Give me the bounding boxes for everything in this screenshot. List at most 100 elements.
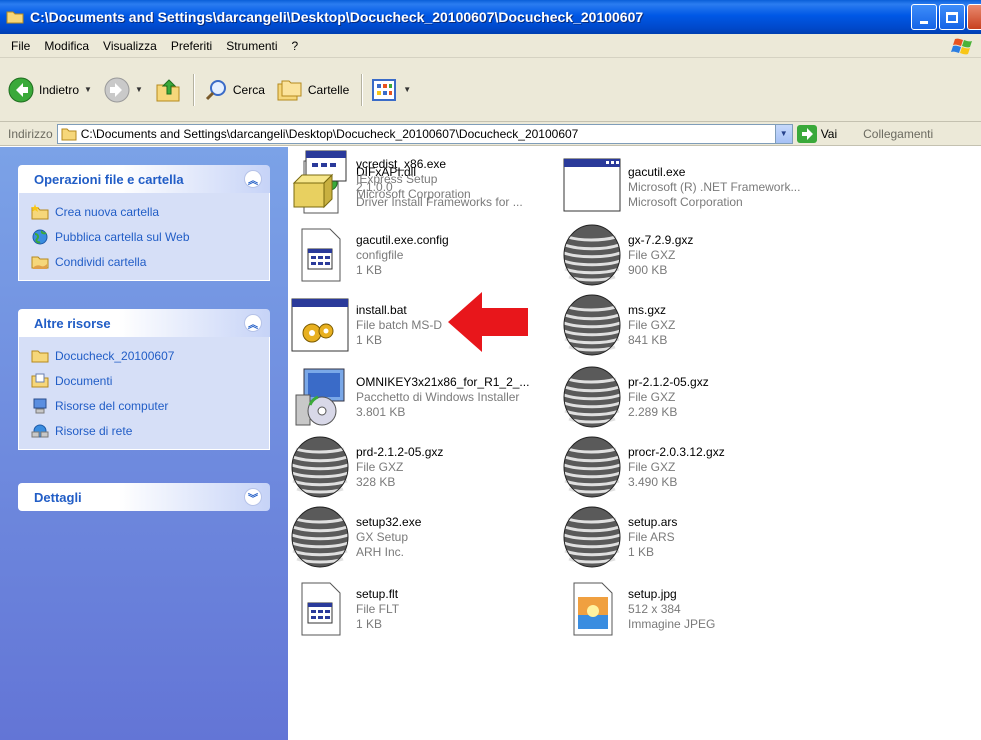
file-type: Microsoft (R) .NET Framework...	[628, 180, 801, 194]
views-button[interactable]: ▼	[372, 70, 411, 110]
file-item[interactable]: gx-7.2.9.gxz File GXZ 900 KB	[562, 223, 832, 293]
forward-button[interactable]: ▼	[104, 70, 143, 110]
file-item[interactable]: procr-2.0.3.12.gxz File GXZ 3.490 KB	[562, 435, 832, 505]
task-share-folder[interactable]: Condividi cartella	[31, 249, 269, 274]
file-type: File batch MS-D	[356, 318, 443, 332]
gxz-icon	[562, 293, 622, 357]
file-type: File GXZ	[628, 248, 676, 262]
network-icon	[31, 424, 49, 437]
links-toolbar[interactable]: Collegamenti	[863, 127, 933, 141]
menu-modifica[interactable]: Modifica	[37, 39, 96, 53]
file-type: File FLT	[356, 602, 400, 616]
config-file-icon	[290, 223, 350, 287]
address-dropdown-button[interactable]: ▼	[774, 124, 792, 143]
file-name: prd-2.1.2-05.gxz	[356, 445, 444, 459]
file-detail: Microsoft Corporation	[356, 187, 471, 201]
globe-icon	[32, 229, 48, 244]
folder-icon	[6, 11, 24, 24]
folder-icon	[61, 128, 77, 140]
maximize-button[interactable]	[939, 4, 965, 30]
file-name: install.bat	[356, 303, 407, 317]
file-detail: 841 KB	[628, 333, 668, 347]
file-name: setup32.exe	[356, 515, 422, 529]
task-publish-web[interactable]: Pubblica cartella sul Web	[31, 224, 269, 249]
address-label: Indirizzo	[8, 126, 53, 141]
panel-header[interactable]: Dettagli ︾	[18, 483, 270, 511]
file-item[interactable]: OMNIKEY3x21x86_for_R1_2_... Pacchetto di …	[290, 365, 560, 435]
file-detail: 328 KB	[356, 475, 396, 489]
gxz-icon	[562, 365, 622, 429]
task-network-places[interactable]: Risorse di rete	[31, 418, 269, 443]
folder-up-icon	[156, 78, 180, 101]
file-name: pr-2.1.2-05.gxz	[628, 375, 709, 389]
folders-button[interactable]: Cartelle	[277, 70, 349, 110]
file-item[interactable]: gacutil.exe Microsoft (R) .NET Framework.…	[562, 155, 832, 225]
panel-header[interactable]: Altre risorse ︽	[18, 309, 270, 337]
collapse-icon[interactable]: ︽	[244, 314, 262, 332]
menu-bar: File Modifica Visualizza Preferiti Strum…	[0, 34, 981, 58]
file-item[interactable]: setup32.exe GX Setup ARH Inc.	[290, 505, 560, 575]
file-item[interactable]: ms.gxz File GXZ 841 KB	[562, 293, 832, 363]
new-folder-icon	[31, 203, 49, 219]
file-type: configfile	[356, 248, 404, 262]
computer-icon	[33, 398, 47, 413]
file-detail: 1 KB	[356, 333, 383, 347]
file-name: setup.ars	[628, 515, 678, 529]
file-item[interactable]: gacutil.exe.config configfile 1 KB	[290, 223, 560, 293]
file-item[interactable]: setup.jpg 512 x 384 Immagine JPEG	[562, 577, 832, 647]
collapse-icon[interactable]: ︽	[244, 170, 262, 188]
task-new-folder[interactable]: Crea nuova cartella	[31, 199, 269, 224]
iexpress-setup-icon	[290, 147, 350, 211]
file-name: gacutil.exe.config	[356, 233, 449, 247]
up-folder-button[interactable]	[155, 70, 181, 110]
file-type: IExpress Setup	[356, 172, 438, 186]
file-detail: Immagine JPEG	[628, 617, 716, 631]
file-name: gx-7.2.9.gxz	[628, 233, 694, 247]
address-bar: Indirizzo C:\Documents and Settings\darc…	[0, 122, 981, 146]
jpeg-image-icon	[562, 577, 622, 641]
documents-folder-icon	[31, 373, 49, 387]
file-name: vcredist_x86.exe	[356, 157, 447, 171]
minimize-button[interactable]	[911, 4, 937, 30]
close-button[interactable]	[967, 4, 981, 30]
file-item[interactable]: setup.ars File ARS 1 KB	[562, 505, 832, 575]
address-input[interactable]: C:\Documents and Settings\darcangeli\Des…	[56, 123, 793, 144]
menu-file[interactable]: File	[4, 39, 37, 53]
gxz-icon	[290, 435, 350, 499]
file-list: DIFxAPI.dll 2.1.0.0 Driver Install Framewo…	[288, 147, 981, 740]
search-button[interactable]: Cerca	[204, 70, 265, 110]
gxz-icon	[562, 435, 622, 499]
task-documents[interactable]: Documenti	[31, 368, 269, 393]
menu-visualizza[interactable]: Visualizza	[96, 39, 164, 53]
windows-logo-icon	[951, 38, 972, 55]
file-name: OMNIKEY3x21x86_for_R1_2_...	[356, 375, 530, 389]
back-button[interactable]: Indietro ▼	[8, 70, 92, 110]
chevron-down-icon[interactable]: ▼	[403, 85, 411, 94]
menu-preferiti[interactable]: Preferiti	[164, 39, 219, 53]
file-item[interactable]: pr-2.1.2-05.gxz File GXZ 2.289 KB	[562, 365, 832, 435]
panel-header[interactable]: Operazioni file e cartella ︽	[18, 165, 270, 193]
panel-other-places: Altre risorse ︽ Docucheck_20100607 Docum…	[18, 309, 270, 450]
installer-icon	[290, 365, 350, 429]
gxz-icon	[562, 505, 622, 569]
file-detail: 3.490 KB	[628, 475, 678, 489]
window-title: C:\Documents and Settings\darcangeli\Des…	[30, 9, 644, 25]
folders-icon	[277, 80, 302, 100]
file-type: Pacchetto di Windows Installer	[356, 390, 520, 404]
chevron-down-icon[interactable]: ▼	[84, 85, 92, 94]
chevron-down-icon[interactable]: ▼	[135, 85, 143, 94]
file-item[interactable]: setup.flt File FLT 1 KB	[290, 577, 560, 647]
panel-file-folder-tasks: Operazioni file e cartella ︽ Crea nuova …	[18, 165, 270, 281]
file-item[interactable]: prd-2.1.2-05.gxz File GXZ 328 KB	[290, 435, 560, 505]
task-my-computer[interactable]: Risorse del computer	[31, 393, 269, 418]
go-button[interactable]: Vai	[796, 124, 837, 143]
file-name: setup.jpg	[628, 587, 677, 601]
config-file-icon	[290, 577, 350, 641]
menu-help[interactable]: ?	[285, 39, 306, 53]
file-item[interactable]: vcredist_x86.exe IExpress Setup Microsoft …	[290, 147, 560, 217]
expand-icon[interactable]: ︾	[244, 488, 262, 506]
file-type: GX Setup	[356, 530, 409, 544]
forward-arrow-icon	[104, 77, 130, 102]
menu-strumenti[interactable]: Strumenti	[219, 39, 284, 53]
task-docucheck-folder[interactable]: Docucheck_20100607	[31, 343, 269, 368]
